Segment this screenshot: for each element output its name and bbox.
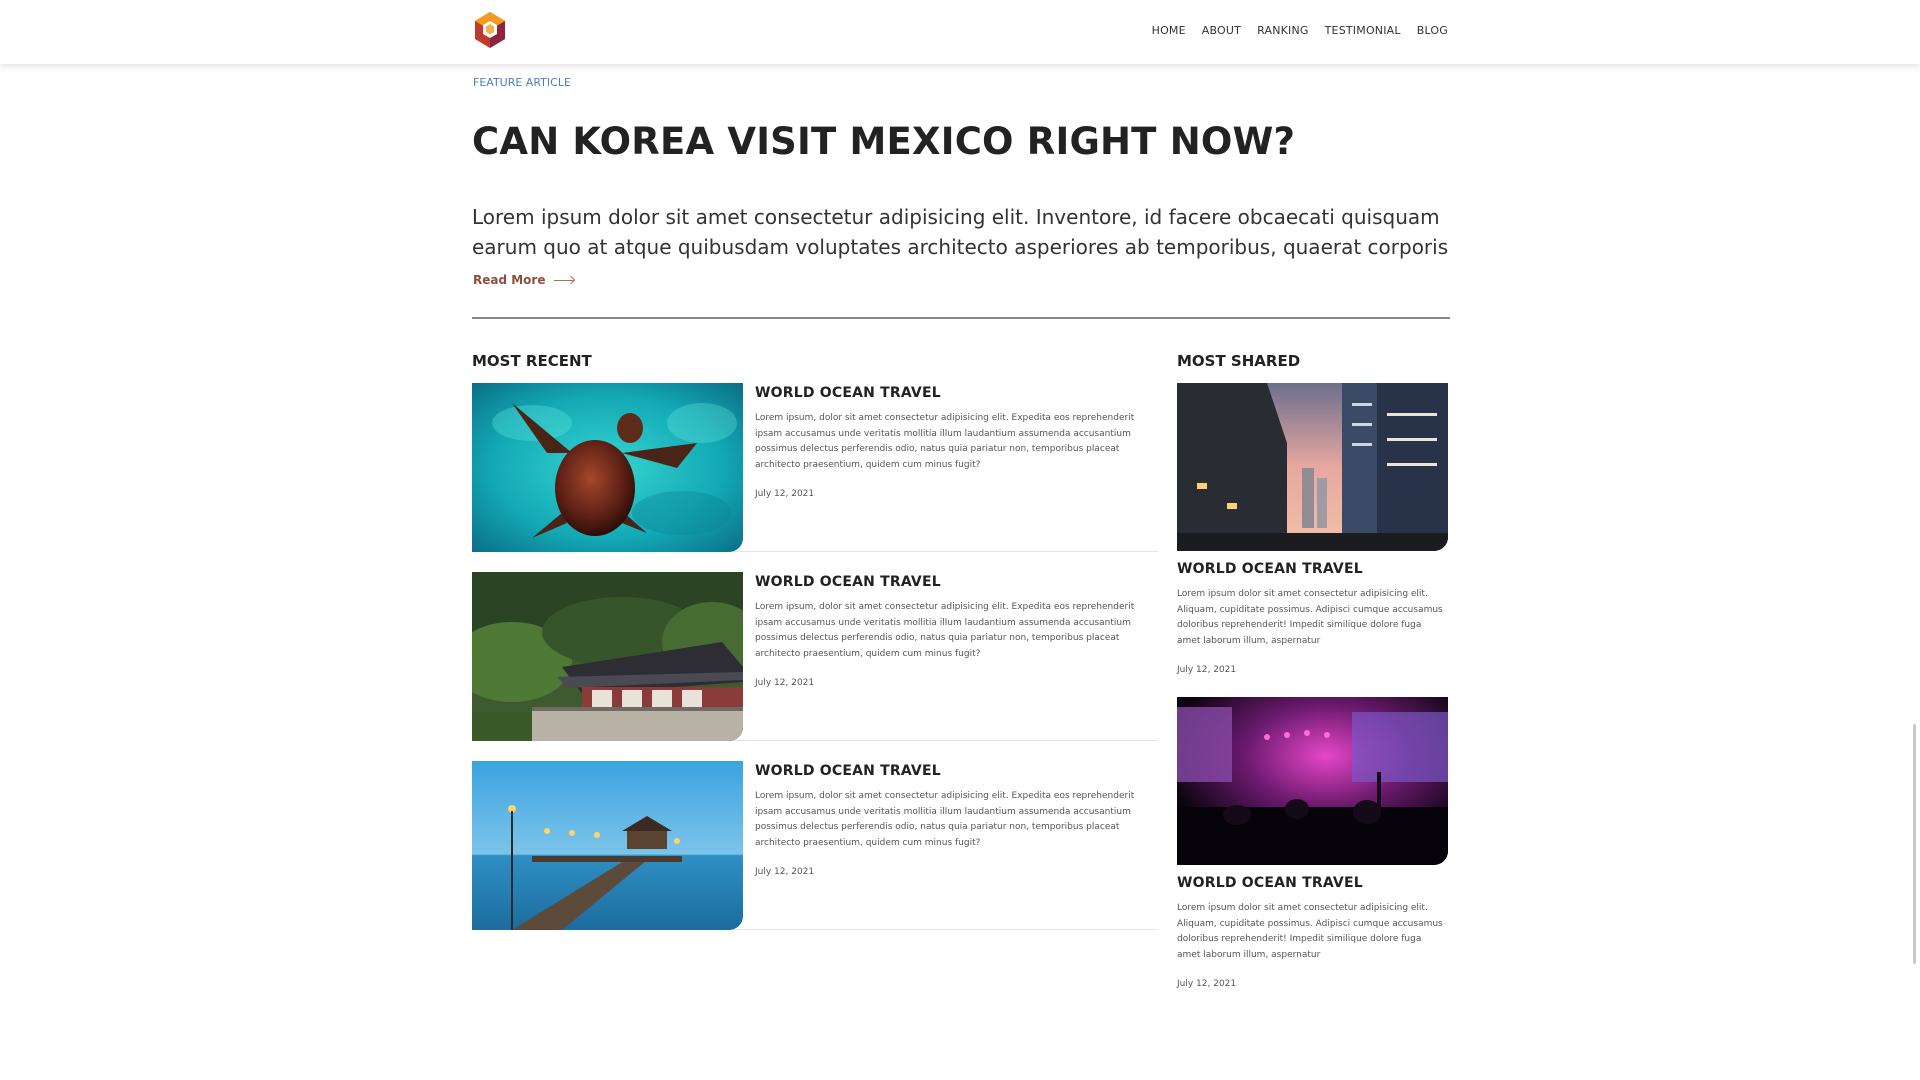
card-title[interactable]: WORLD OCEAN TRAVEL [755,761,1153,779]
read-more-label: Read More [473,273,546,287]
main-nav: HOME ABOUT RANKING TESTIMONIAL BLOG [1152,24,1448,37]
sea-turtle-photo[interactable] [472,383,743,552]
list-item-text: WORLD OCEAN TRAVEL Lorem ipsum, dolor si… [755,572,1153,688]
feature-label: FEATURE ARTICLE [473,76,571,89]
card-title[interactable]: WORLD OCEAN TRAVEL [755,572,1153,590]
card-date: July 12, 2021 [1177,665,1237,675]
section-divider [472,317,1450,319]
nav-home-link[interactable]: HOME [1152,24,1186,37]
list-item: WORLD OCEAN TRAVEL Lorem ipsum dolor sit… [1177,383,1448,675]
top-navbar: HOME ABOUT RANKING TESTIMONIAL BLOG [0,0,1920,64]
card-date: July 12, 2021 [755,867,815,877]
card-date: July 12, 2021 [1177,979,1237,989]
most-recent-heading: MOST RECENT [472,352,592,370]
brand-logo-icon[interactable] [472,10,508,50]
korean-house-photo[interactable] [472,572,743,741]
card-title[interactable]: WORLD OCEAN TRAVEL [1177,873,1448,891]
scrollbar-thumb[interactable] [1913,724,1916,964]
card-date: July 12, 2021 [755,489,815,499]
list-item-text: WORLD OCEAN TRAVEL Lorem ipsum, dolor si… [755,761,1153,877]
most-recent-list: WORLD OCEAN TRAVEL Lorem ipsum, dolor si… [472,383,1158,930]
most-shared-heading: MOST SHARED [1177,352,1301,370]
nav-testimonial-link[interactable]: TESTIMONIAL [1325,24,1401,37]
read-more-link[interactable]: Read More [473,273,574,287]
card-excerpt: Lorem ipsum, dolor sit amet consectetur … [755,413,1135,470]
card-excerpt: Lorem ipsum dolor sit amet consectetur a… [1177,903,1443,960]
nav-about-link[interactable]: ABOUT [1202,24,1241,37]
nav-blog-link[interactable]: BLOG [1417,24,1448,37]
list-item: WORLD OCEAN TRAVEL Lorem ipsum, dolor si… [472,572,1158,741]
list-item: WORLD OCEAN TRAVEL Lorem ipsum, dolor si… [472,761,1158,930]
feature-title: CAN KOREA VISIT MEXICO RIGHT NOW? [472,120,1296,163]
arrow-right-icon [553,279,574,281]
pier-photo[interactable] [472,761,743,930]
card-title[interactable]: WORLD OCEAN TRAVEL [1177,559,1448,577]
list-item: WORLD OCEAN TRAVEL Lorem ipsum, dolor si… [472,383,1158,552]
card-date: July 12, 2021 [755,678,815,688]
nav-ranking-link[interactable]: RANKING [1257,24,1309,37]
city-street-photo[interactable] [1177,383,1448,551]
concert-photo[interactable] [1177,697,1448,865]
list-item-text: WORLD OCEAN TRAVEL Lorem ipsum, dolor si… [755,383,1153,499]
most-shared-list: WORLD OCEAN TRAVEL Lorem ipsum dolor sit… [1177,383,1448,1011]
page-scrollbar[interactable] [1908,0,1920,1080]
card-excerpt: Lorem ipsum dolor sit amet consectetur a… [1177,589,1443,646]
card-excerpt: Lorem ipsum, dolor sit amet consectetur … [755,602,1135,659]
card-title[interactable]: WORLD OCEAN TRAVEL [755,383,1153,401]
card-excerpt: Lorem ipsum, dolor sit amet consectetur … [755,791,1135,848]
list-item: WORLD OCEAN TRAVEL Lorem ipsum dolor sit… [1177,697,1448,989]
feature-summary: Lorem ipsum dolor sit amet consectetur a… [472,205,1449,259]
